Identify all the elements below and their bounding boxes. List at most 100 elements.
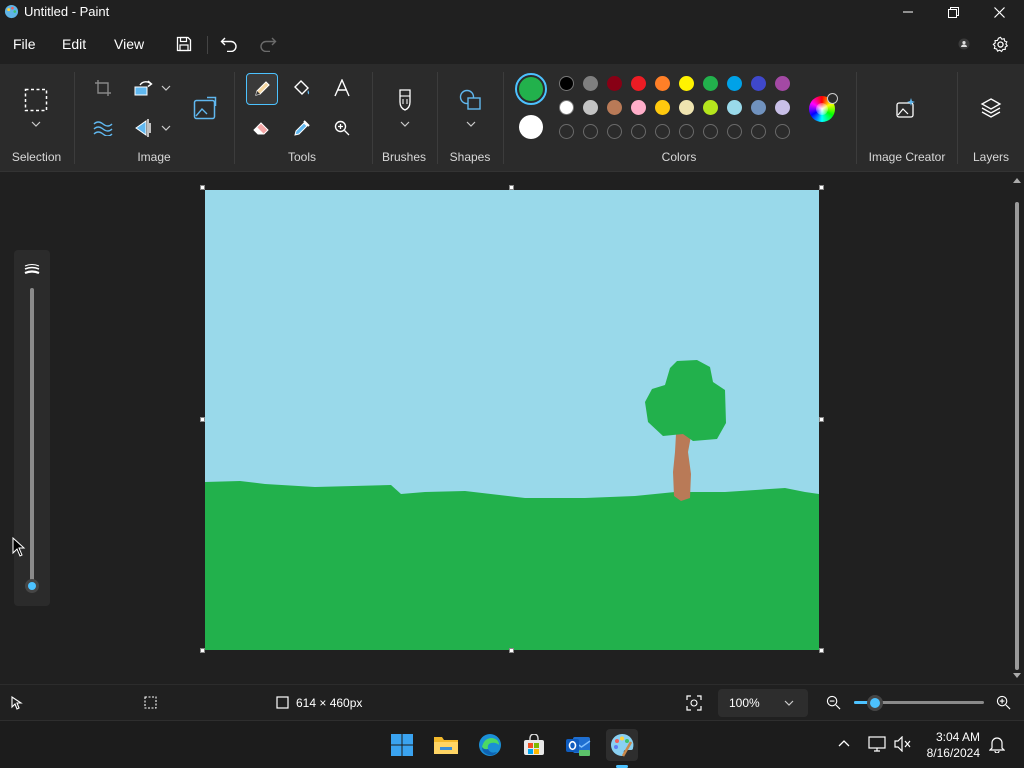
custom-color-slot[interactable]	[751, 124, 766, 139]
resize-handle-top-right[interactable]	[819, 185, 824, 190]
brushes-dropdown[interactable]	[399, 118, 411, 130]
vertical-scrollbar-thumb[interactable]	[1015, 202, 1019, 670]
image-creator-button[interactable]	[892, 94, 920, 122]
resize-handle-bottom-left[interactable]	[200, 648, 205, 653]
redo-button[interactable]	[256, 32, 280, 56]
volume-muted-icon[interactable]	[894, 736, 912, 752]
selection-dropdown[interactable]	[30, 118, 42, 130]
remove-background-button[interactable]	[89, 114, 117, 142]
custom-color-slot[interactable]	[559, 124, 574, 139]
taskbar-paint[interactable]	[606, 729, 638, 768]
palette-swatch[interactable]	[703, 76, 718, 91]
custom-color-slot[interactable]	[607, 124, 622, 139]
taskbar-file-explorer[interactable]	[430, 729, 462, 761]
palette-swatch[interactable]	[583, 100, 598, 115]
selection-button[interactable]	[22, 86, 50, 114]
notification-bell-icon[interactable]	[989, 735, 1005, 753]
palette-swatch[interactable]	[775, 100, 790, 115]
menu-file[interactable]: File	[13, 36, 36, 52]
pencil-tool-button[interactable]	[246, 73, 278, 105]
palette-swatch[interactable]	[679, 76, 694, 91]
undo-button[interactable]	[217, 32, 241, 56]
restore-button[interactable]	[930, 0, 976, 24]
rotate-button[interactable]	[130, 74, 158, 102]
palette-swatch[interactable]	[607, 76, 622, 91]
palette-swatch[interactable]	[751, 76, 766, 91]
account-button[interactable]	[952, 32, 976, 56]
close-button[interactable]	[976, 0, 1022, 24]
taskbar-outlook[interactable]	[562, 729, 594, 761]
zoom-out-icon[interactable]	[826, 695, 841, 710]
drawing-canvas[interactable]	[205, 190, 819, 650]
resize-handle-bottom-right[interactable]	[819, 648, 824, 653]
menu-view[interactable]: View	[114, 36, 144, 52]
custom-color-slot[interactable]	[775, 124, 790, 139]
ribbon-divider	[856, 72, 857, 164]
zoom-level-dropdown[interactable]: 100%	[718, 689, 808, 717]
menu-edit[interactable]: Edit	[62, 36, 86, 52]
resize-handle-left[interactable]	[200, 417, 205, 422]
custom-color-slot[interactable]	[727, 124, 742, 139]
custom-color-slot[interactable]	[679, 124, 694, 139]
clock-date[interactable]: 8/16/2024	[927, 746, 980, 760]
flip-button[interactable]	[130, 114, 158, 142]
scroll-up-icon[interactable]	[1012, 176, 1022, 186]
palette-swatch[interactable]	[631, 76, 646, 91]
palette-swatch[interactable]	[559, 76, 574, 91]
palette-swatch[interactable]	[679, 100, 694, 115]
secondary-color-button[interactable]	[519, 115, 543, 139]
shapes-button[interactable]	[457, 86, 485, 114]
layers-button[interactable]	[977, 94, 1005, 122]
eraser-tool-button[interactable]	[248, 114, 276, 142]
custom-color-slot[interactable]	[655, 124, 670, 139]
pointer-position-icon	[11, 696, 23, 710]
clock-time[interactable]: 3:04 AM	[936, 730, 980, 744]
flip-dropdown[interactable]	[160, 122, 172, 134]
primary-color-button[interactable]	[515, 73, 547, 105]
settings-button[interactable]	[988, 32, 1012, 56]
text-tool-button[interactable]	[328, 74, 356, 102]
taskbar-store[interactable]	[518, 729, 550, 761]
palette-swatch[interactable]	[703, 100, 718, 115]
save-button[interactable]	[172, 32, 196, 56]
network-icon[interactable]	[868, 736, 886, 752]
palette-swatch[interactable]	[727, 100, 742, 115]
resize-handle-bottom[interactable]	[509, 648, 514, 653]
palette-swatch[interactable]	[775, 76, 790, 91]
palette-swatch[interactable]	[631, 100, 646, 115]
palette-swatch[interactable]	[655, 100, 670, 115]
custom-color-slot[interactable]	[631, 124, 646, 139]
magnifier-button[interactable]	[328, 114, 356, 142]
taskbar-edge[interactable]	[474, 729, 506, 761]
zoom-in-icon[interactable]	[996, 695, 1011, 710]
fill-tool-button[interactable]	[288, 74, 316, 102]
brushes-button[interactable]	[391, 86, 419, 114]
color-picker-button[interactable]	[288, 114, 316, 142]
brush-size-track[interactable]	[30, 288, 34, 584]
crop-button[interactable]	[89, 74, 117, 102]
chevron-up-icon[interactable]	[838, 739, 850, 747]
custom-color-slot[interactable]	[703, 124, 718, 139]
palette-swatch[interactable]	[583, 76, 598, 91]
folder-icon	[434, 737, 458, 754]
start-button[interactable]	[386, 729, 418, 761]
scroll-down-icon[interactable]	[1012, 670, 1022, 680]
palette-swatch[interactable]	[559, 100, 574, 115]
shapes-dropdown[interactable]	[465, 118, 477, 130]
brush-size-thumb[interactable]	[25, 579, 39, 593]
fit-to-window-icon[interactable]	[686, 695, 702, 711]
rotate-dropdown[interactable]	[160, 82, 172, 94]
palette-swatch[interactable]	[727, 76, 742, 91]
edit-colors-button[interactable]	[809, 93, 838, 122]
palette-swatch[interactable]	[655, 76, 670, 91]
resize-button[interactable]	[191, 94, 219, 122]
resize-handle-top[interactable]	[509, 185, 514, 190]
minimize-button[interactable]	[885, 0, 931, 24]
palette-swatch[interactable]	[607, 100, 622, 115]
palette-swatch[interactable]	[751, 100, 766, 115]
vertical-scrollbar[interactable]	[1012, 176, 1022, 680]
zoom-slider-thumb[interactable]	[867, 695, 883, 711]
custom-color-slot[interactable]	[583, 124, 598, 139]
resize-handle-right[interactable]	[819, 417, 824, 422]
resize-handle-top-left[interactable]	[200, 185, 205, 190]
